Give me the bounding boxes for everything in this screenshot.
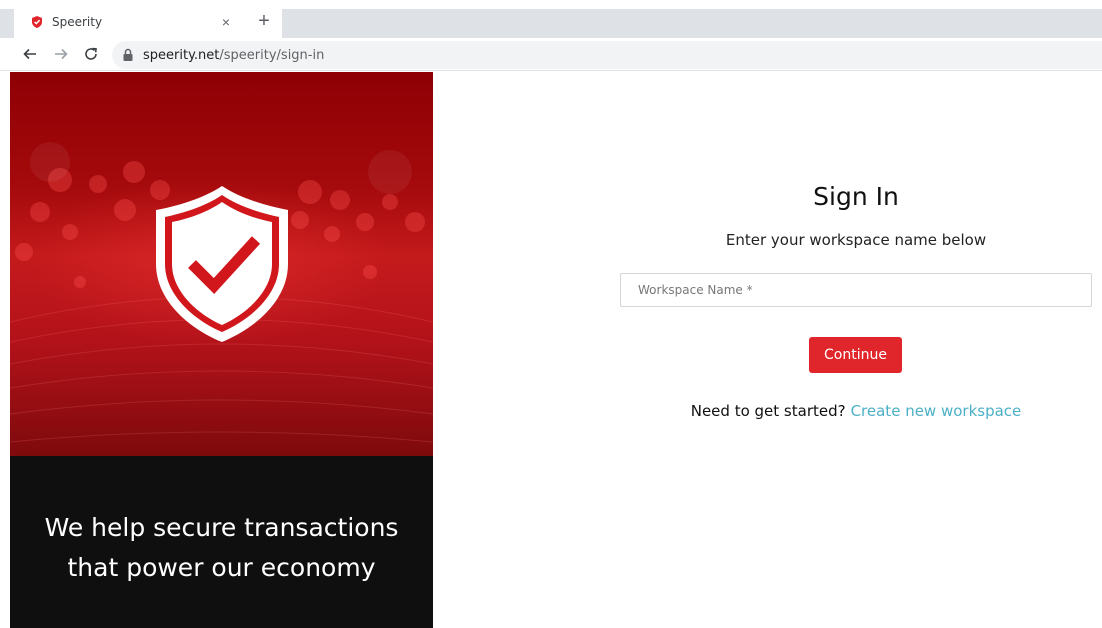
back-arrow-icon[interactable] (20, 44, 40, 64)
signup-row: Need to get started? Create new workspace (620, 402, 1092, 420)
continue-button[interactable]: Continue (809, 337, 902, 373)
lock-icon (122, 48, 134, 62)
forward-arrow-icon[interactable] (51, 44, 71, 64)
reload-icon[interactable] (81, 44, 101, 64)
page-subtitle: Enter your workspace name below (725, 231, 987, 249)
tabstrip-edge (0, 9, 14, 38)
browser-toolbar: speerity.net/speerity/sign-in (0, 38, 1102, 71)
browser-tab[interactable]: Speerity × (14, 6, 244, 38)
url-text: speerity.net/speerity/sign-in (143, 48, 324, 63)
hero-tagline-panel: We help secure transactions that power o… (10, 456, 433, 628)
tabstrip-background (282, 9, 1102, 38)
hero-image (10, 72, 433, 456)
create-workspace-link[interactable]: Create new workspace (851, 402, 1022, 420)
address-bar[interactable]: speerity.net/speerity/sign-in (112, 41, 1102, 69)
new-tab-icon[interactable]: + (254, 11, 274, 31)
hero-tagline: We help secure transactions that power o… (44, 513, 399, 582)
page-title: Sign In (813, 182, 899, 211)
url-path: /speerity/sign-in (219, 47, 325, 63)
signup-prompt: Need to get started? (690, 402, 846, 420)
tab-close-icon[interactable]: × (218, 14, 234, 30)
shield-check-icon (152, 182, 292, 346)
url-host: speerity.net (143, 47, 220, 63)
speerity-favicon-icon (30, 15, 44, 29)
tab-title: Speerity (52, 15, 103, 29)
hero-panel: We help secure transactions that power o… (10, 72, 433, 628)
workspace-name-input[interactable] (620, 273, 1092, 307)
browser-tabstrip: Speerity × + (0, 0, 1102, 38)
